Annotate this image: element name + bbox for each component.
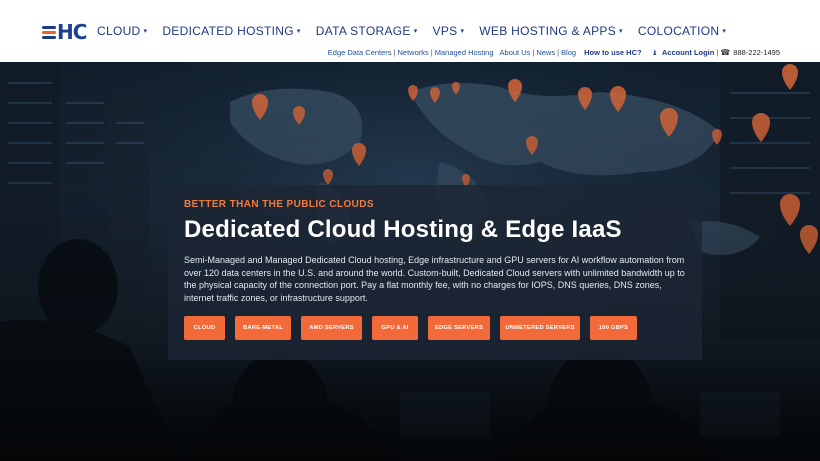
- nav-dedicated-hosting-label: DEDICATED HOSTING: [162, 24, 294, 38]
- separator: |: [393, 48, 396, 57]
- logo-waves-icon: [42, 23, 56, 41]
- amd-servers-button[interactable]: AMD SERVERS: [301, 316, 362, 340]
- link-networks[interactable]: Networks: [398, 48, 429, 57]
- 100-gbps-button[interactable]: 100 GBPS: [590, 316, 637, 340]
- link-news[interactable]: News: [536, 48, 555, 57]
- hero-panel: BETTER THAN THE PUBLIC CLOUDS Dedicated …: [168, 185, 702, 360]
- main-nav: CLOUD ▾ DEDICATED HOSTING ▾ DATA STORAGE ▾ …: [97, 24, 741, 38]
- site-header: HC CLOUD ▾ DEDICATED HOSTING ▾ DATA STORAG…: [0, 0, 820, 62]
- separator: |: [557, 48, 560, 57]
- chevron-down-icon: ▾: [413, 28, 418, 35]
- user-icon: ♝: [651, 49, 658, 57]
- hero-description: Semi-Managed and Managed Dedicated Cloud…: [184, 255, 685, 303]
- utility-nav: Edge Data Centers | Networks | Managed H…: [328, 48, 780, 57]
- nav-dedicated-hosting[interactable]: DEDICATED HOSTING ▾: [162, 24, 300, 38]
- link-account-login[interactable]: Account Login: [662, 48, 715, 57]
- hero-buttons: CLOUD BARE-METAL AMD SERVERS GPU & AI ED…: [184, 316, 647, 340]
- chevron-down-icon: ▾: [722, 28, 727, 35]
- edge-servers-button[interactable]: EDGE SERVERS: [428, 316, 490, 340]
- chevron-down-icon: ▾: [143, 28, 148, 35]
- nav-colocation-label: COLOCATION: [637, 24, 720, 38]
- bare-metal-button[interactable]: BARE-METAL: [235, 316, 291, 340]
- link-about-us[interactable]: About Us: [500, 48, 531, 57]
- nav-web-hosting[interactable]: WEB HOSTING & APPS ▾: [479, 24, 623, 38]
- unmetered-servers-button[interactable]: UNMETERED SERVERS: [500, 316, 580, 340]
- hero-eyebrow: BETTER THAN THE PUBLIC CLOUDS: [184, 199, 374, 210]
- separator: |: [430, 48, 433, 57]
- link-managed-hosting[interactable]: Managed Hosting: [435, 48, 494, 57]
- link-blog[interactable]: Blog: [561, 48, 576, 57]
- nav-vps-label: VPS: [432, 24, 458, 38]
- separator: |: [532, 48, 535, 57]
- cloud-button[interactable]: CLOUD: [184, 316, 225, 340]
- logo[interactable]: HC: [42, 20, 87, 44]
- nav-web-hosting-label: WEB HOSTING & APPS: [479, 24, 617, 38]
- logo-text: HC: [57, 20, 87, 44]
- link-edge-data-centers[interactable]: Edge Data Centers: [328, 48, 392, 57]
- phone-icon: ☎: [720, 48, 731, 57]
- hero-headline: Dedicated Cloud Hosting & Edge IaaS: [184, 216, 622, 243]
- nav-colocation[interactable]: COLOCATION ▾: [638, 24, 726, 38]
- phone-number[interactable]: 888-222-1495: [733, 48, 780, 57]
- chevron-down-icon: ▾: [296, 28, 301, 35]
- chevron-down-icon: ▾: [619, 28, 623, 35]
- nav-data-storage[interactable]: DATA STORAGE ▾: [316, 24, 418, 38]
- gpu-ai-button[interactable]: GPU & AI: [372, 316, 418, 340]
- hero-section: BETTER THAN THE PUBLIC CLOUDS Dedicated …: [0, 62, 820, 461]
- nav-data-storage-label: DATA STORAGE: [315, 24, 411, 38]
- nav-vps[interactable]: VPS ▾: [433, 24, 465, 38]
- nav-cloud[interactable]: CLOUD ▾: [97, 24, 147, 38]
- link-how-to-use[interactable]: How to use HC?: [584, 48, 642, 57]
- nav-cloud-label: CLOUD: [97, 24, 141, 38]
- chevron-down-icon: ▾: [460, 28, 465, 35]
- separator: |: [716, 48, 719, 57]
